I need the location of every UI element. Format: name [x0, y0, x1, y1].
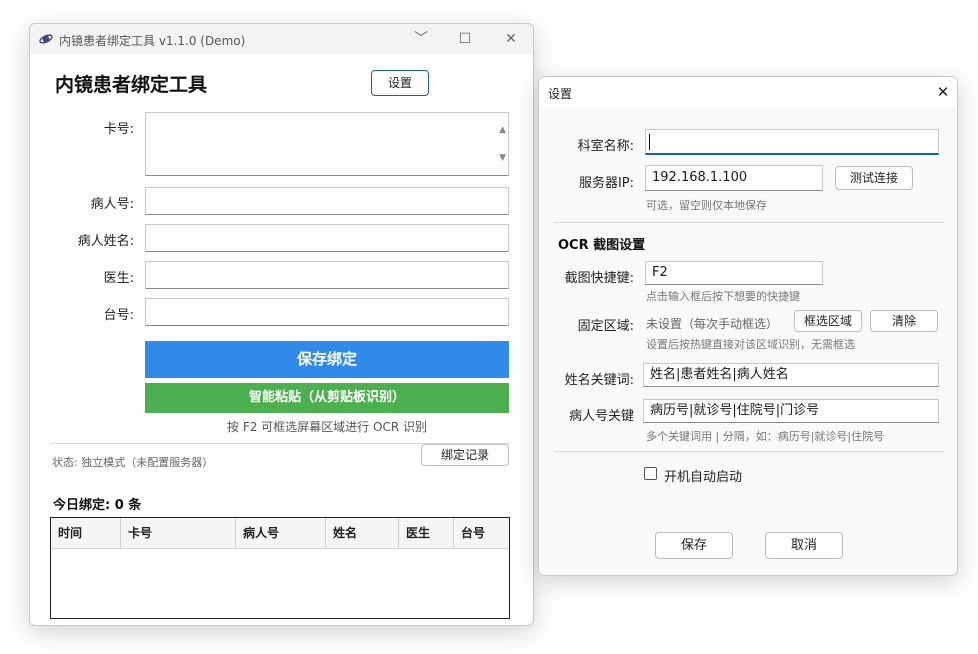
today-suffix: 条	[123, 498, 142, 513]
maximize-button[interactable]: ☐	[442, 24, 488, 54]
station-input[interactable]	[145, 298, 509, 326]
patient-id-keyword-input[interactable]: 病历号|就诊号|住院号|门诊号	[643, 399, 939, 423]
autostart-checkbox[interactable]	[644, 467, 657, 480]
column-name[interactable]: 姓名	[326, 518, 399, 548]
server-label: 服务器IP:	[578, 176, 634, 191]
records-table[interactable]: 时间 卡号 病人号 姓名 医生 台号	[50, 517, 510, 619]
region-hint: 设置后按热键直接对该区域识别，无需框选	[646, 338, 855, 351]
hotkey-hint: 点击输入框后按下想要的快捷键	[646, 290, 800, 303]
name-keyword-input[interactable]: 姓名|患者姓名|病人姓名	[643, 363, 939, 387]
ocr-hint: 按 F2 可框选屏幕区域进行 OCR 识别	[227, 420, 427, 434]
column-patient-id[interactable]: 病人号	[236, 518, 326, 548]
card-textarea[interactable]: ▲ ▼	[145, 112, 509, 176]
scroll-up-icon[interactable]: ▲	[499, 117, 506, 143]
minimize-button[interactable]: ﹀	[398, 24, 444, 54]
autostart-label[interactable]: 开机自动启动	[664, 466, 742, 485]
column-station[interactable]: 台号	[454, 518, 509, 548]
scroll-down-icon[interactable]: ▼	[499, 145, 506, 171]
patient-id-keyword-label: 病人号关键	[568, 409, 634, 424]
patient-name-label: 病人姓名:	[77, 234, 134, 249]
status-text: 状态: 独立模式（未配置服务器）	[52, 456, 214, 469]
region-value: 未设置（每次手动框选）	[646, 317, 779, 331]
smart-paste-button[interactable]: 智能粘贴（从剪贴板识别）	[145, 383, 509, 413]
test-connection-button[interactable]: 测试连接	[835, 166, 913, 190]
select-region-button[interactable]: 框选区域	[794, 310, 862, 332]
hotkey-input[interactable]: F2	[645, 261, 823, 285]
settings-close-button[interactable]: ✕	[920, 77, 957, 107]
dept-input[interactable]	[645, 129, 939, 155]
save-binding-button[interactable]: 保存绑定	[145, 341, 509, 378]
column-time[interactable]: 时间	[51, 518, 121, 548]
server-ip-input[interactable]: 192.168.1.100	[645, 165, 823, 191]
settings-save-button[interactable]: 保存	[655, 532, 733, 559]
keyword-hint: 多个关键词用 | 分隔，如：病历号|就诊号|住院号	[646, 430, 885, 443]
page-title: 内镜患者绑定工具	[55, 74, 208, 96]
table-header: 时间 卡号 病人号 姓名 医生 台号	[51, 518, 509, 549]
patient-id-input[interactable]	[145, 187, 509, 215]
settings-cancel-button[interactable]: 取消	[765, 532, 843, 559]
ocr-section-title: OCR 截图设置	[558, 238, 646, 253]
column-doctor[interactable]: 医生	[399, 518, 454, 548]
dept-label: 科室名称:	[577, 139, 634, 154]
doctor-input[interactable]	[145, 261, 509, 289]
name-keyword-label: 姓名关键词:	[564, 373, 634, 388]
text-cursor	[649, 134, 650, 150]
today-prefix: 今日绑定:	[53, 498, 115, 513]
app-logo-icon	[39, 32, 53, 50]
column-card[interactable]: 卡号	[121, 518, 236, 548]
card-label: 卡号:	[103, 122, 134, 137]
settings-divider-1	[554, 222, 944, 223]
settings-button[interactable]: 设置	[371, 70, 429, 96]
server-hint: 可选，留空则仅本地保存	[646, 199, 767, 212]
patient-name-input[interactable]	[145, 224, 509, 252]
region-label: 固定区域:	[577, 319, 634, 334]
main-window-title: 内镜患者绑定工具 v1.1.0 (Demo)	[59, 34, 246, 48]
clear-region-button[interactable]: 清除	[870, 310, 938, 332]
doctor-label: 医生:	[103, 271, 134, 286]
settings-title: 设置	[548, 87, 573, 101]
records-button[interactable]: 绑定记录	[421, 444, 509, 466]
hotkey-label: 截图快捷键:	[564, 271, 634, 286]
settings-titlebar: 设置 ✕	[539, 77, 957, 107]
main-titlebar: 内镜患者绑定工具 v1.1.0 (Demo) ﹀ ☐ ✕	[30, 24, 533, 54]
today-count: 0	[114, 498, 124, 513]
settings-divider-2	[554, 451, 944, 452]
settings-dialog: 设置 ✕ 科室名称: 服务器IP: 192.168.1.100 测试连接 可选，…	[538, 76, 958, 576]
today-count-text: 今日绑定: 0 条	[53, 494, 141, 513]
close-button[interactable]: ✕	[488, 24, 533, 54]
station-label: 台号:	[103, 308, 134, 323]
main-window: 内镜患者绑定工具 v1.1.0 (Demo) ﹀ ☐ ✕ 内镜患者绑定工具 设置…	[29, 23, 534, 626]
patient-id-label: 病人号:	[90, 197, 134, 212]
